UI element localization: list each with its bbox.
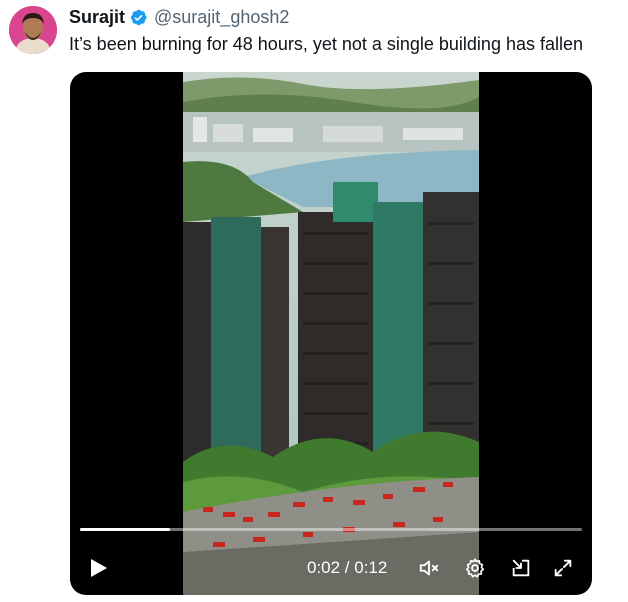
video-frame[interactable] [183,72,479,595]
volume-muted-icon [419,560,439,576]
tweet-header: Surajit @surajit_ghosh2 [69,6,289,28]
video-progress [80,528,171,531]
time-display: 0:02 / 0:12 [307,558,388,577]
video-player[interactable]: 0:02 / 0:12 [70,72,592,595]
user-handle[interactable]: @surajit_ghosh2 [154,7,289,28]
play-icon [91,559,107,577]
verified-badge-icon [129,8,148,27]
avatar-image [9,6,57,54]
tweet-text: It’s been burning for 48 hours, yet not … [69,34,584,54]
picture-in-picture-icon [512,559,530,577]
display-name[interactable]: Surajit [69,7,125,28]
video-scrubber[interactable] [80,528,582,531]
gear-icon [465,558,485,578]
fullscreen-button[interactable] [552,557,574,579]
settings-button[interactable] [464,557,486,579]
video-controls: 0:02 / 0:12 [70,552,592,584]
mute-button[interactable] [418,557,440,579]
play-button[interactable] [86,556,110,580]
expand-icon [554,559,572,577]
avatar[interactable] [9,6,57,54]
video-thumbnail [183,72,479,595]
picture-in-picture-button[interactable] [510,557,532,579]
